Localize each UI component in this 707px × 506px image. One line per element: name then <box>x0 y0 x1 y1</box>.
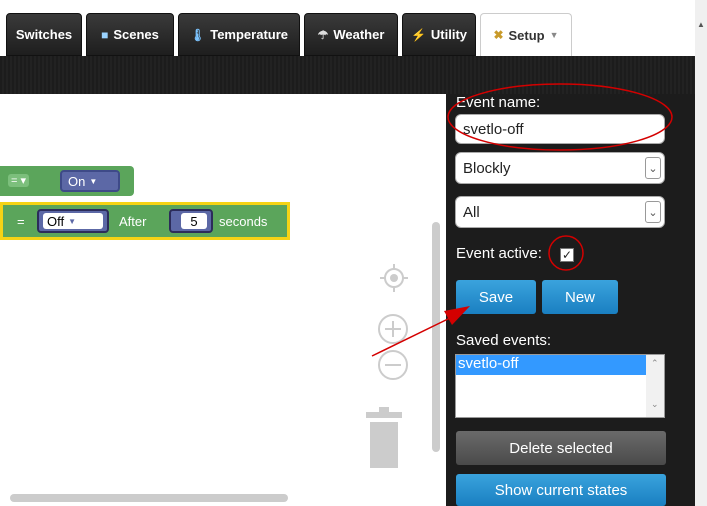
header-strip <box>0 56 707 94</box>
weather-icon: ☂ <box>317 27 329 42</box>
tab-label: Scenes <box>113 27 159 42</box>
tab-label: Setup <box>508 27 545 43</box>
show-current-states-button[interactable]: Show current states <box>456 474 666 506</box>
event-active-checkbox[interactable]: ✓ <box>560 248 574 262</box>
number-block[interactable]: 5 <box>169 209 213 233</box>
save-button-label: Save <box>478 288 514 306</box>
list-item[interactable]: svetlo-off <box>456 355 646 375</box>
list-scrollbar[interactable]: ⌃ ⌄ <box>646 355 664 417</box>
tab-utility[interactable]: ⚡ Utility <box>402 13 476 56</box>
chevron-up-icon: ⌃ <box>651 358 659 368</box>
value-block-on[interactable]: On ▼ <box>60 170 120 192</box>
save-button[interactable]: Save <box>456 280 536 314</box>
chevron-up-icon: ▲ <box>697 20 705 29</box>
new-button-label: New <box>564 288 595 306</box>
vertical-scrollbar[interactable] <box>432 222 440 452</box>
tab-switches[interactable]: Switches <box>6 13 82 56</box>
event-name-label: Event name: <box>456 94 541 111</box>
equals-label: = <box>17 214 25 229</box>
tools-icon: ✖ <box>493 28 504 42</box>
scenes-icon: ■ <box>101 27 109 42</box>
number-text: 5 <box>190 213 198 229</box>
logic-compare-block[interactable]: = ▾ On ▼ <box>0 166 134 196</box>
chevron-down-icon: ▼ <box>549 30 559 40</box>
tab-label: Weather <box>333 27 385 42</box>
chevron-down-icon: ▼ <box>68 216 77 226</box>
chevron-down-icon: ⌄ <box>651 399 659 409</box>
number-field[interactable]: 5 <box>181 213 207 229</box>
top-nav: Switches ■ Scenes 🌡 Temperature ☂ Weathe… <box>0 0 707 60</box>
seconds-label: seconds <box>219 214 268 229</box>
delete-button-label: Delete selected <box>509 439 613 457</box>
type-select-value: Blockly <box>463 159 511 177</box>
new-button[interactable]: New <box>542 280 618 314</box>
operator-dropdown[interactable]: = ▾ <box>8 174 30 187</box>
value-block-off[interactable]: Off ▼ <box>37 209 109 233</box>
recenter-icon[interactable] <box>378 262 410 294</box>
event-name-value: svetlo-off <box>463 120 524 138</box>
set-after-block[interactable]: = Off ▼ After 5 seconds <box>0 202 290 240</box>
saved-events-label: Saved events: <box>456 332 552 349</box>
value-dropdown[interactable]: On ▼ <box>64 173 116 189</box>
page-scrollbar[interactable]: ▲ <box>695 0 707 506</box>
tab-label: Switches <box>15 27 73 42</box>
horizontal-scrollbar[interactable] <box>10 494 288 502</box>
trash-icon[interactable] <box>362 406 406 470</box>
thermometer-icon: 🌡 <box>189 27 206 42</box>
event-panel: Event name: svetlo-off Blockly ⌄ All ⌄ E… <box>446 94 707 506</box>
zoom-in-icon[interactable] <box>376 312 410 346</box>
saved-events-list[interactable]: svetlo-off ⌃ ⌄ <box>455 354 665 418</box>
value-text: Off <box>47 213 65 229</box>
chevron-down-icon: ⌄ <box>645 157 661 179</box>
utility-icon: ⚡ <box>410 27 426 42</box>
tab-scenes[interactable]: ■ Scenes <box>86 13 174 56</box>
type-select[interactable]: Blockly ⌄ <box>455 152 665 184</box>
show-states-label: Show current states <box>494 481 628 499</box>
scope-select[interactable]: All ⌄ <box>455 196 665 228</box>
chevron-down-icon: ⌄ <box>645 201 661 223</box>
event-name-input[interactable]: svetlo-off <box>455 114 665 144</box>
value-text: On <box>68 173 86 189</box>
tab-label: Utility <box>430 27 468 42</box>
chevron-down-icon: ▼ <box>89 176 98 186</box>
event-active-label: Event active: <box>456 245 542 262</box>
scope-select-value: All <box>463 203 480 221</box>
zoom-out-icon[interactable] <box>376 348 410 382</box>
after-label: After <box>119 214 147 229</box>
value-dropdown[interactable]: Off ▼ <box>43 213 103 229</box>
tab-label: Temperature <box>210 27 289 42</box>
delete-selected-button[interactable]: Delete selected <box>456 431 666 465</box>
tab-weather[interactable]: ☂ Weather <box>304 13 398 56</box>
blockly-workspace[interactable]: = ▾ On ▼ = Off ▼ After 5 seconds <box>0 94 446 506</box>
tab-setup[interactable]: ✖ Setup ▼ <box>480 13 572 56</box>
tab-temperature[interactable]: 🌡 Temperature <box>178 13 300 56</box>
